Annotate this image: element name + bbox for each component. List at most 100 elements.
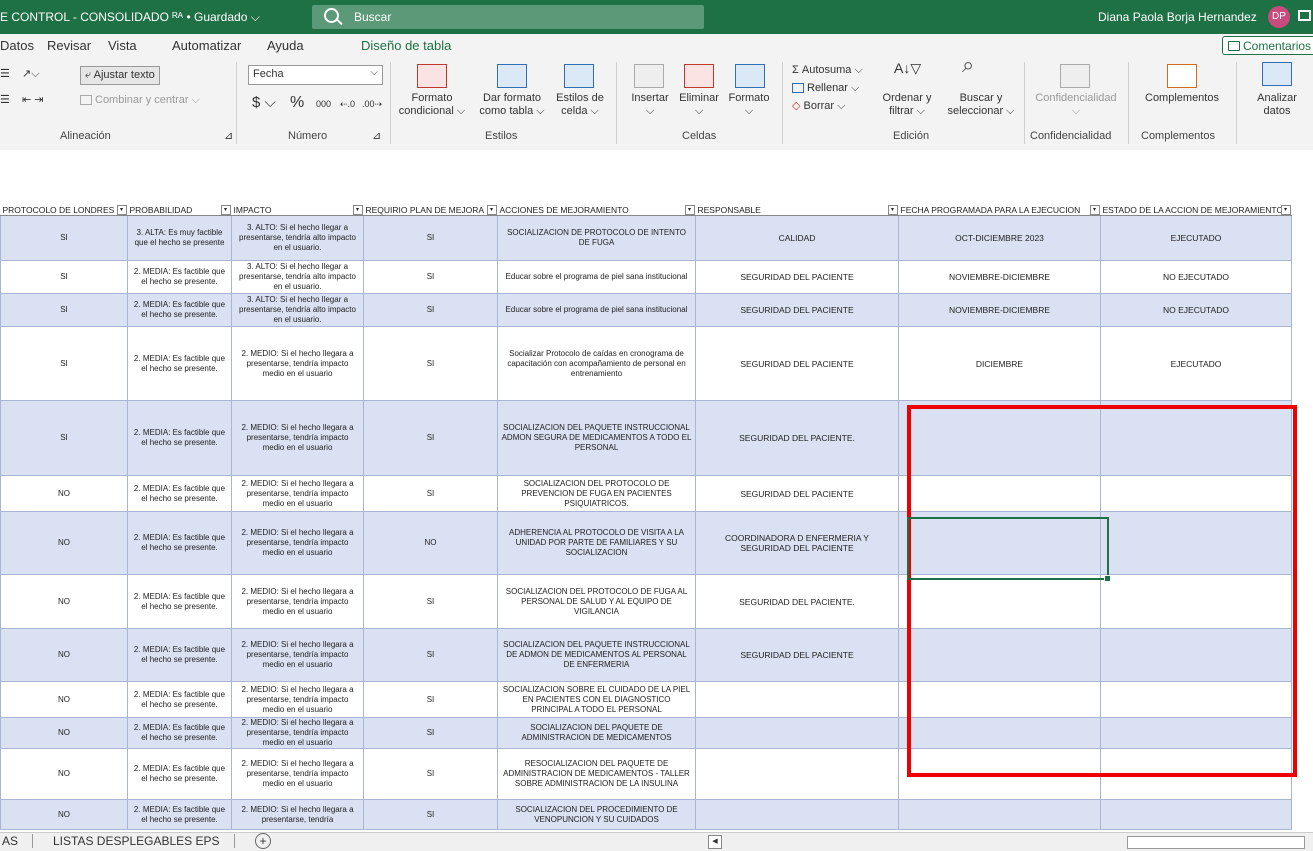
cell-responsable[interactable] xyxy=(695,681,899,718)
cell-probabilidad[interactable]: 2. MEDIA: Es factible que el hecho se pr… xyxy=(127,681,232,718)
filter-dropdown-icon[interactable]: ▾ xyxy=(352,205,363,215)
add-ins-button[interactable]: Complementos xyxy=(1134,92,1230,105)
cell-responsable[interactable]: SEGURIDAD DEL PACIENTE. xyxy=(695,400,899,476)
column-header-estado[interactable]: ESTADO DE LA ACCION DE MEJORAMIENTO ▾ xyxy=(1100,204,1292,216)
cell-styles-button[interactable]: Estilos de celda ⌵ xyxy=(552,92,608,118)
orientation-icon[interactable]: ↗⌵ xyxy=(22,68,40,81)
sensitivity-button[interactable]: Confidencialidad ⌵ xyxy=(1028,92,1124,118)
cell-fecha[interactable]: DICIEMBRE xyxy=(898,326,1101,401)
cell-impacto[interactable]: 2. MEDIO: Si el hecho llegara a presenta… xyxy=(231,681,364,718)
cell-probabilidad[interactable]: 2. MEDIA: Es factible que el hecho se pr… xyxy=(127,293,232,327)
cell-estado[interactable]: NO EJECUTADO xyxy=(1100,260,1292,294)
cell-fecha[interactable]: OCT-DICIEMBRE 2023 xyxy=(898,215,1101,261)
dialog-launcher-icon[interactable]: ⊿ xyxy=(224,130,233,143)
cell-probabilidad[interactable]: 2. MEDIA: Es factible que el hecho se pr… xyxy=(127,475,232,512)
add-sheet-icon[interactable]: + xyxy=(255,833,271,849)
indent-icon[interactable]: ⇤ ⇥ xyxy=(22,94,44,107)
cell-acciones[interactable]: SOCIALIZACION DE PROTOCOLO DE INTENTO DE… xyxy=(497,215,696,261)
user-name[interactable]: Diana Paola Borja Hernandez xyxy=(1098,10,1257,24)
cell-acciones[interactable]: Socializar Protocolo de caídas en cronog… xyxy=(497,326,696,401)
cell-protocolo[interactable]: SI xyxy=(0,400,128,476)
cell-plan[interactable]: SI xyxy=(363,400,498,476)
cell-acciones[interactable]: SOCIALIZACION DEL PAQUETE DE ADMINISTRAC… xyxy=(497,717,696,749)
format-cells-button[interactable]: Formato ⌵ xyxy=(722,92,776,118)
cell-protocolo[interactable]: SI xyxy=(0,326,128,401)
cell-plan[interactable]: SI xyxy=(363,574,498,629)
selected-cell[interactable] xyxy=(907,517,1111,582)
find-select-button[interactable]: Buscar y seleccionar ⌵ xyxy=(944,92,1018,118)
align-left-icon[interactable]: ☰ xyxy=(0,68,10,81)
clear-button[interactable]: ◇ Borrar ⌵ xyxy=(792,100,845,113)
tab-ayuda[interactable]: Ayuda xyxy=(267,38,304,53)
wrap-text-button[interactable]: ⤶ Ajustar texto xyxy=(80,66,160,85)
column-header-responsable[interactable]: RESPONSABLE ▾ xyxy=(695,204,899,216)
cell-plan[interactable]: SI xyxy=(363,215,498,261)
cell-estado[interactable]: EJECUTADO xyxy=(1100,215,1292,261)
cell-impacto[interactable]: 2. MEDIO: Si el hecho llegara a presenta… xyxy=(231,628,364,682)
cell-estado[interactable] xyxy=(1100,799,1292,830)
percent-button[interactable]: % xyxy=(290,95,304,111)
cell-plan[interactable]: SI xyxy=(363,628,498,682)
filter-dropdown-icon[interactable]: ▾ xyxy=(220,205,231,215)
cell-plan[interactable]: SI xyxy=(363,326,498,401)
delete-button[interactable]: Eliminar ⌵ xyxy=(672,92,726,118)
cell-impacto[interactable]: 3. ALTO: Si el hecho llegar a presentars… xyxy=(231,293,364,327)
cell-impacto[interactable]: 2. MEDIO: Si el hecho llegara a presenta… xyxy=(231,400,364,476)
fill-handle[interactable] xyxy=(1104,575,1111,582)
cell-plan[interactable]: SI xyxy=(363,717,498,749)
cell-protocolo[interactable]: NO xyxy=(0,717,128,749)
cell-responsable[interactable] xyxy=(695,748,899,800)
cell-acciones[interactable]: Educar sobre el programa de piel sana in… xyxy=(497,293,696,327)
cell-acciones[interactable]: RESOCIALIZACION DEL PAQUETE DE ADMINISTR… xyxy=(497,748,696,800)
autosum-button[interactable]: Σ Autosuma ⌵ xyxy=(792,64,863,77)
ribbon-display-icon[interactable] xyxy=(1298,10,1311,21)
cell-probabilidad[interactable]: 2. MEDIA: Es factible que el hecho se pr… xyxy=(127,511,232,575)
cell-impacto[interactable]: 2. MEDIO: Si el hecho llegara a presenta… xyxy=(231,475,364,512)
column-header-protocolo[interactable]: PROTOCOLO DE LONDRES ▾ xyxy=(0,204,128,216)
cell-impacto[interactable]: 2. MEDIO: Si el hecho llegara a presenta… xyxy=(231,717,364,749)
thousands-button[interactable]: 000 xyxy=(316,98,331,111)
cell-acciones[interactable]: SOCIALIZACION DEL PAQUETE INSTRUCCIONAL … xyxy=(497,628,696,682)
cell-probabilidad[interactable]: 2. MEDIA: Es factible que el hecho se pr… xyxy=(127,717,232,749)
cell-protocolo[interactable]: SI xyxy=(0,215,128,261)
cell-probabilidad[interactable]: 2. MEDIA: Es factible que el hecho se pr… xyxy=(127,799,232,830)
cell-responsable[interactable]: SEGURIDAD DEL PACIENTE. xyxy=(695,574,899,629)
cell-probabilidad[interactable]: 2. MEDIA: Es factible que el hecho se pr… xyxy=(127,574,232,629)
number-format-select[interactable]: Fecha ⌵ xyxy=(248,65,383,85)
cell-impacto[interactable]: 3. ALTO: Si el hecho llegar a presentars… xyxy=(231,260,364,294)
cell-plan[interactable]: SI xyxy=(363,681,498,718)
search-input[interactable]: Buscar xyxy=(312,5,704,29)
tab-revisar[interactable]: Revisar xyxy=(47,38,91,53)
cell-acciones[interactable]: SOCIALIZACION DEL PAQUETE INSTRUCCIONAL … xyxy=(497,400,696,476)
cell-acciones[interactable]: SOCIALIZACION DEL PROTOCOLO DE PREVENCIO… xyxy=(497,475,696,512)
cell-acciones[interactable]: SOCIALIZACION SOBRE EL CUIDADO DE LA PIE… xyxy=(497,681,696,718)
decrease-decimal-icon[interactable]: .00⇢ xyxy=(362,98,382,111)
cell-protocolo[interactable]: NO xyxy=(0,511,128,575)
cell-responsable[interactable]: COORDINADORA D ENFERMERIA Y SEGURIDAD DE… xyxy=(695,511,899,575)
cell-responsable[interactable] xyxy=(695,799,899,830)
tab-vista[interactable]: Vista xyxy=(108,38,137,53)
cell-protocolo[interactable]: NO xyxy=(0,748,128,800)
scroll-left-icon[interactable]: ◀ xyxy=(708,835,722,849)
sheet-tab-as[interactable]: AS xyxy=(2,834,18,848)
filter-dropdown-icon[interactable]: ▾ xyxy=(1280,205,1291,215)
cell-probabilidad[interactable]: 2. MEDIA: Es factible que el hecho se pr… xyxy=(127,326,232,401)
cell-probabilidad[interactable]: 2. MEDIA: Es factible que el hecho se pr… xyxy=(127,628,232,682)
tab-diseno-de-tabla[interactable]: Diseño de tabla xyxy=(361,38,451,53)
saved-status[interactable]: Guardado xyxy=(194,10,247,24)
cell-probabilidad[interactable]: 3. ALTA: Es muy factible que el hecho se… xyxy=(127,215,232,261)
cell-probabilidad[interactable]: 2. MEDIA: Es factible que el hecho se pr… xyxy=(127,748,232,800)
cell-impacto[interactable]: 3. ALTO: Si el hecho llegar a presentars… xyxy=(231,215,364,261)
cell-responsable[interactable]: SEGURIDAD DEL PACIENTE xyxy=(695,326,899,401)
cell-responsable[interactable]: SEGURIDAD DEL PACIENTE xyxy=(695,260,899,294)
insert-button[interactable]: Insertar ⌵ xyxy=(624,92,676,118)
cell-protocolo[interactable]: SI xyxy=(0,293,128,327)
increase-decimal-icon[interactable]: ⇠.0 xyxy=(340,98,355,111)
cell-acciones[interactable]: SOCIALIZACION DEL PROTOCOLO DE FUGA AL P… xyxy=(497,574,696,629)
cell-plan[interactable]: SI xyxy=(363,260,498,294)
column-header-plan[interactable]: REQUIRIO PLAN DE MEJORA ▾ xyxy=(363,204,498,216)
cell-protocolo[interactable]: NO xyxy=(0,574,128,629)
conditional-format-button[interactable]: Formato condicional ⌵ xyxy=(396,92,468,118)
avatar[interactable]: DP xyxy=(1268,6,1290,28)
cell-responsable[interactable]: SEGURIDAD DEL PACIENTE xyxy=(695,475,899,512)
